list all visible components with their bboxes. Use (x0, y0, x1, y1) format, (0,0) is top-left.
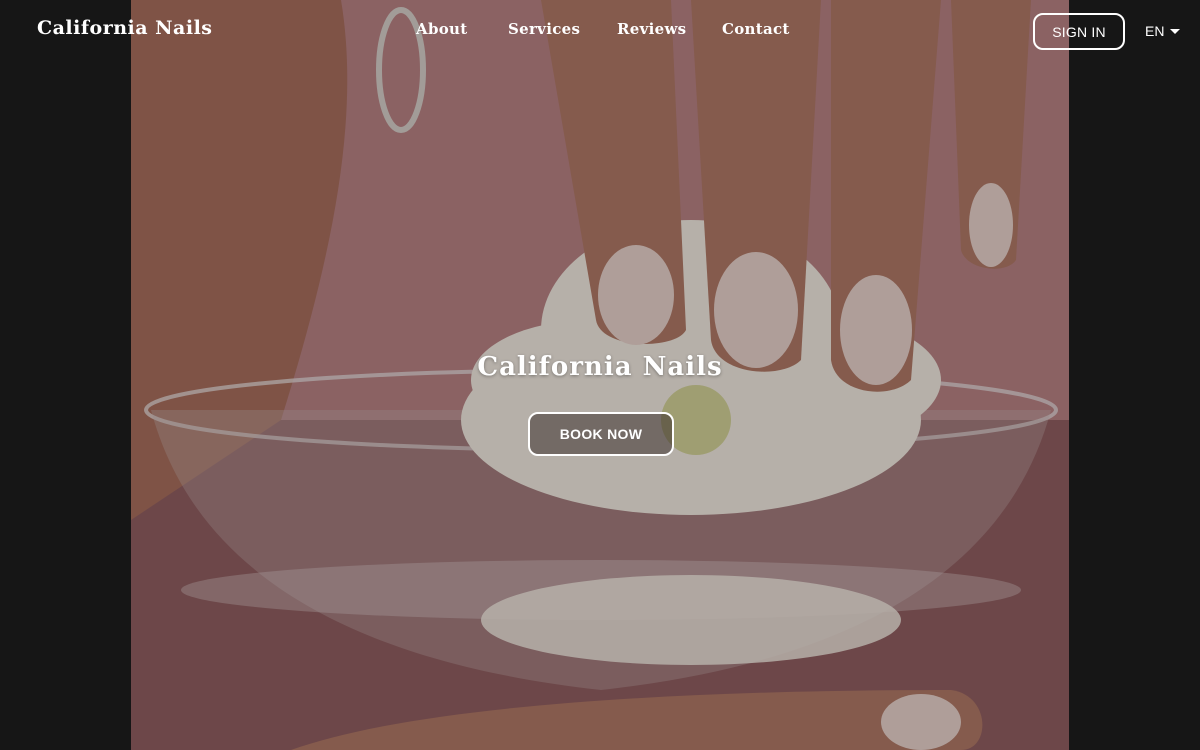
nav-item-about[interactable]: About (416, 20, 467, 38)
language-selector[interactable]: EN (1145, 22, 1181, 40)
site-header: California Nails About Services Reviews … (0, 0, 1200, 62)
book-now-button[interactable]: BOOK NOW (528, 412, 674, 456)
caret-down-icon (1170, 29, 1181, 34)
main-nav: About Services Reviews Contact (0, 20, 1200, 42)
sign-in-button[interactable]: SIGN IN (1033, 13, 1125, 50)
language-label: EN (1145, 23, 1165, 39)
nav-item-reviews[interactable]: Reviews (617, 20, 686, 38)
nav-item-contact[interactable]: Contact (722, 20, 790, 38)
nav-item-services[interactable]: Services (508, 20, 580, 38)
hero-title: California Nails (477, 352, 723, 382)
